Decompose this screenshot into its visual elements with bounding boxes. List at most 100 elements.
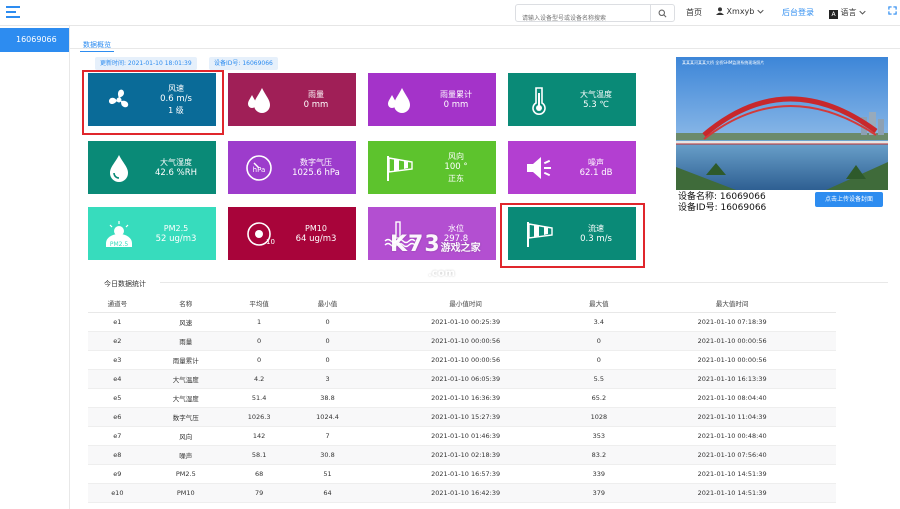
table-cell: e6 — [88, 407, 147, 427]
raindrop-icon — [382, 85, 416, 115]
table-cell: 0 — [569, 350, 629, 370]
stats-title: 今日数据统计 — [104, 280, 146, 288]
stats-table: 通道号 名称 平均值 最小值 最小值时间 最大值 最大值时间 e1 风速 1 0 2021-01-1… — [88, 294, 836, 503]
search-icon — [658, 9, 667, 17]
pm10-icon: 10 — [242, 219, 276, 249]
search-box — [515, 4, 675, 27]
table-row: e2 雨量 0 0 2021-01-10 00:00:56 0 2021-01-10 00:… — [88, 331, 836, 351]
table-cell: 风速 — [146, 312, 225, 332]
language-menu[interactable]: A 语言 — [829, 7, 866, 19]
table-cell: e5 — [88, 388, 147, 408]
table-cell: 3.4 — [569, 312, 629, 332]
sidebar: 16069066 — [0, 26, 70, 509]
sensor-card[interactable]: 噪声 62.1 dB — [508, 141, 636, 194]
user-menu[interactable]: Xmxyb — [716, 7, 764, 16]
device-id: 设备ID号: 16069066 — [678, 203, 767, 213]
device-id-tag: 设备ID号: 16069066 — [209, 57, 278, 70]
card-label: 流速 — [588, 223, 604, 233]
water-level-icon — [382, 219, 416, 249]
table-cell: 353 — [569, 426, 629, 446]
speaker-icon — [522, 153, 556, 183]
table-cell: 30.8 — [293, 445, 362, 465]
sensor-card[interactable]: 风速 0.6 m/s 1 级 — [88, 73, 216, 126]
svg-text:PM2.5: PM2.5 — [110, 241, 129, 248]
card-value: 0.3 m/s — [580, 233, 612, 244]
sensor-card[interactable]: 大气湿度 42.6 %RH — [88, 141, 216, 194]
table-cell: 1026.3 — [224, 407, 294, 427]
table-cell: 83.2 — [569, 445, 629, 465]
dashboard-login-link[interactable]: 后台登录 — [782, 7, 814, 18]
tab-bar: 数据概览 — [80, 32, 114, 52]
card-value: 0 mm — [443, 99, 469, 110]
table-cell: 4.2 — [224, 369, 294, 389]
table-cell: 2021-01-10 00:00:56 — [361, 350, 570, 370]
sensor-card[interactable]: hPa 数字气压 1025.6 hPa — [228, 141, 356, 194]
sensor-card[interactable]: PM2.5 PM2.5 52 ug/m3 — [88, 207, 216, 260]
language-icon: A — [829, 10, 838, 19]
table-cell: 2021-01-10 16:13:39 — [628, 369, 836, 389]
table-cell: 0 — [224, 331, 294, 351]
card-label: 风速 — [168, 84, 184, 93]
upload-cover-button[interactable]: 点击上传设备封面 — [815, 192, 883, 207]
table-cell: 大气湿度 — [146, 388, 225, 408]
sensor-card[interactable]: 流速 0.3 m/s — [508, 207, 636, 260]
table-cell: 风向 — [146, 426, 225, 446]
search-input[interactable] — [516, 10, 646, 27]
table-cell: 1 — [224, 312, 294, 332]
table-cell: 2021-01-10 14:51:39 — [628, 483, 836, 503]
table-cell: 3 — [293, 369, 362, 389]
table-cell: 68 — [224, 464, 294, 484]
update-time-tag: 更新时间: 2021-01-10 18:01:39 — [95, 57, 197, 70]
table-cell: e4 — [88, 369, 147, 389]
card-text: 大气温度 5.3 ℃ — [560, 73, 632, 126]
user-name: Xmxyb — [726, 7, 755, 16]
sensor-card[interactable]: 10 PM10 64 ug/m3 — [228, 207, 356, 260]
search-button[interactable] — [650, 5, 674, 21]
device-photo: 某某某河某某大桥 全桥SHM监测系统现场照片 — [676, 57, 888, 190]
table-cell: 2021-01-10 08:04:40 — [628, 388, 836, 408]
sensor-card[interactable]: 大气温度 5.3 ℃ — [508, 73, 636, 126]
fullscreen-icon[interactable] — [888, 6, 897, 17]
table-cell: 79 — [224, 483, 294, 503]
table-cell: 58.1 — [224, 445, 294, 465]
table-cell: e1 — [88, 312, 147, 332]
column-header: 最小值 — [293, 294, 362, 313]
language-label: 语言 — [840, 8, 857, 17]
table-cell: 数字气压 — [146, 407, 225, 427]
tab-data-overview[interactable]: 数据概览 — [80, 39, 114, 52]
card-text: 雨量累计 0 mm — [420, 73, 492, 126]
device-info: 设备名称: 16069066 设备ID号: 16069066 — [678, 192, 766, 214]
card-label: 雨量 — [308, 89, 324, 99]
sensor-card[interactable]: 雨量累计 0 mm — [368, 73, 496, 126]
card-label: PM2.5 — [163, 223, 189, 233]
card-label: 噪声 — [588, 157, 604, 167]
card-value: 0.6 m/s — [160, 94, 192, 104]
menu-toggle-icon[interactable] — [6, 6, 22, 20]
sensor-card[interactable]: 风向 100 ° 正东 — [368, 141, 496, 194]
table-cell: 2021-01-10 00:00:56 — [361, 331, 570, 351]
sidebar-item-device[interactable]: 16069066 — [0, 28, 69, 52]
table-cell: 2021-01-10 01:46:39 — [361, 426, 570, 446]
table-row: e1 风速 1 0 2021-01-10 00:25:39 3.4 2021-01-10 0… — [88, 312, 836, 332]
column-header: 最大值时间 — [628, 294, 836, 313]
column-header: 名称 — [146, 294, 225, 313]
pm25-icon: PM2.5 — [102, 219, 136, 249]
windsock-icon — [522, 219, 556, 249]
table-cell: 339 — [569, 464, 629, 484]
nav-home-link[interactable]: 首页 — [686, 7, 702, 18]
table-cell: 雨量 — [146, 331, 225, 351]
card-label: PM10 — [305, 223, 327, 233]
card-text: 水位 297.8 — [420, 207, 492, 260]
table-cell: 2021-01-10 16:57:39 — [361, 464, 570, 484]
table-row: e6 数字气压 1026.3 1024.4 2021-01-10 15:27:39 102… — [88, 407, 836, 427]
watermark-domain: .com — [428, 268, 456, 279]
card-label: 大气湿度 — [160, 157, 192, 167]
sensor-card[interactable]: 雨量 0 mm — [228, 73, 356, 126]
chevron-down-icon — [859, 10, 866, 15]
table-cell: 2021-01-10 00:48:40 — [628, 426, 836, 446]
table-row: e9 PM2.5 68 51 2021-01-10 16:57:39 339 2021-01… — [88, 464, 836, 484]
tab-divider — [70, 48, 900, 49]
user-icon — [716, 7, 724, 15]
table-cell: 2021-01-10 06:05:39 — [361, 369, 570, 389]
sensor-card[interactable]: 水位 297.8 — [368, 207, 496, 260]
